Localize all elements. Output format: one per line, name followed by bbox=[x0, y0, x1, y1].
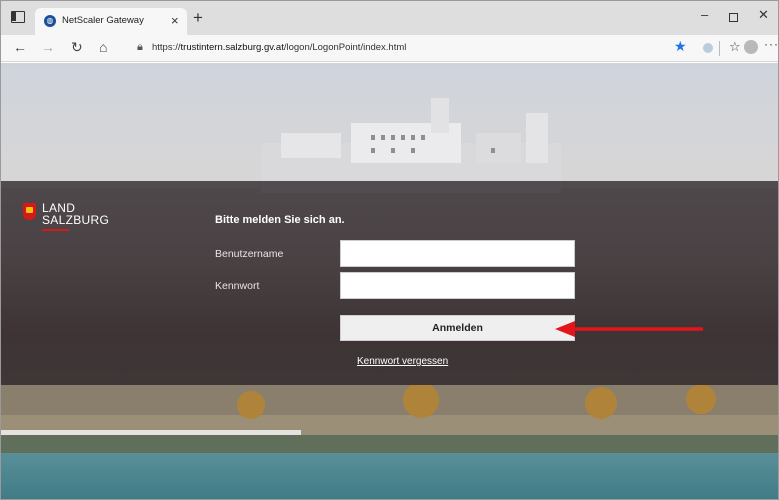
star-icon[interactable]: ★ bbox=[674, 38, 687, 55]
annotation-arrow bbox=[555, 321, 703, 337]
maximize-button[interactable] bbox=[729, 13, 738, 22]
reload-icon[interactable]: ↻ bbox=[71, 39, 83, 56]
tab-strip: ◍ NetScaler Gateway × + – ✕ bbox=[1, 1, 778, 35]
toolbar-divider bbox=[719, 41, 720, 56]
login-button[interactable]: Anmelden bbox=[340, 315, 575, 341]
password-input[interactable] bbox=[340, 272, 575, 299]
close-window-button[interactable]: ✕ bbox=[758, 7, 769, 23]
extension-icon[interactable] bbox=[703, 43, 713, 53]
tab-title: NetScaler Gateway bbox=[62, 15, 144, 26]
password-label: Kennwort bbox=[215, 280, 260, 292]
login-heading: Bitte melden Sie sich an. bbox=[215, 214, 345, 226]
fortress-illustration bbox=[261, 98, 561, 193]
address-bar[interactable]: 🔒︎ https://trustintern.salzburg.gv.at/lo… bbox=[129, 38, 709, 58]
url-text[interactable]: https://trustintern.salzburg.gv.at/logon… bbox=[152, 42, 406, 53]
username-input[interactable] bbox=[340, 240, 575, 267]
forward-icon[interactable]: → bbox=[41, 39, 55, 55]
browser-window: ◍ NetScaler Gateway × + – ✕ ← → ↻ ⌂ 🔒︎ h… bbox=[0, 0, 779, 500]
tab-netscaler-gateway[interactable]: ◍ NetScaler Gateway × bbox=[35, 8, 187, 35]
logo-underline bbox=[42, 229, 69, 231]
forgot-password-link[interactable]: Kennwort vergessen bbox=[357, 356, 448, 367]
browser-toolbar: ← → ↻ ⌂ 🔒︎ https://trustintern.salzburg.… bbox=[1, 35, 778, 62]
minimize-button[interactable]: – bbox=[701, 7, 708, 22]
close-tab-icon[interactable]: × bbox=[171, 13, 179, 28]
username-label: Benutzername bbox=[215, 248, 284, 260]
lock-icon[interactable]: 🔒︎ bbox=[137, 41, 143, 54]
back-icon[interactable]: ← bbox=[13, 39, 27, 55]
new-tab-button[interactable]: + bbox=[193, 8, 203, 28]
profile-icon[interactable] bbox=[744, 40, 758, 54]
favorites-icon[interactable]: ☆ bbox=[729, 39, 741, 55]
tab-actions-icon[interactable] bbox=[11, 11, 25, 23]
globe-icon: ◍ bbox=[44, 15, 56, 27]
coat-of-arms-icon bbox=[23, 203, 36, 220]
more-icon[interactable]: ··· bbox=[764, 37, 778, 51]
home-icon[interactable]: ⌂ bbox=[99, 39, 107, 55]
logo-text-line2: SALZBURG bbox=[42, 213, 110, 227]
river bbox=[1, 453, 778, 499]
login-page: LAND SALZBURG Bitte melden Sie sich an. … bbox=[1, 63, 778, 499]
